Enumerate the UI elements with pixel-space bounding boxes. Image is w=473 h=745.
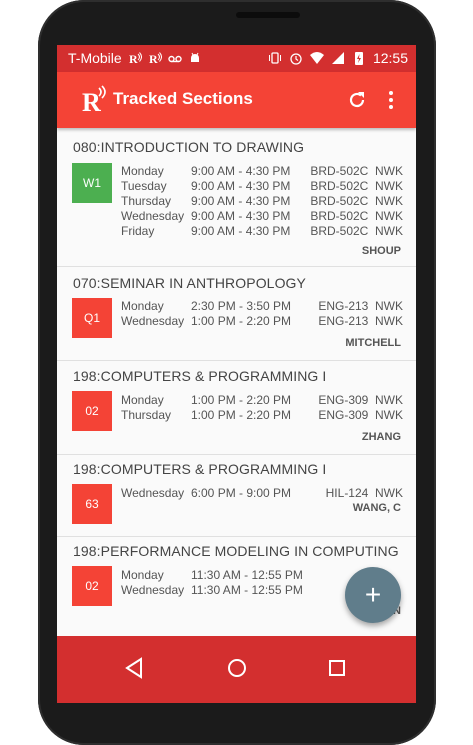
section-index-badge: 63	[72, 484, 112, 524]
wifi-icon	[309, 52, 324, 64]
instructor-name: ZHANG	[361, 431, 401, 443]
meeting-time: 1:00 PM - 2:20 PM	[191, 408, 292, 422]
section-title: 198:COMPUTERS & PROGRAMMING I	[73, 368, 327, 384]
meeting-room: ENG-213 NWK	[318, 314, 403, 328]
app-title: Tracked Sections	[113, 89, 253, 108]
meeting-time: 11:30 AM - 12:55 PM	[191, 568, 303, 582]
meeting-row: Wednesday 1:00 PM - 2:20 PM ENG-213 NWK	[121, 314, 403, 329]
meeting-day: Wednesday	[121, 486, 185, 500]
meeting-day: Monday	[121, 299, 164, 313]
vibrate-icon	[268, 52, 281, 64]
navigation-bar	[57, 636, 416, 703]
meeting-time: 11:30 AM - 12:55 PM	[191, 583, 303, 597]
meeting-day: Monday	[121, 393, 164, 407]
app-bar: R Tracked Sections	[57, 72, 416, 128]
meeting-time: 9:00 AM - 4:30 PM	[191, 209, 291, 223]
meeting-row: Monday 1:00 PM - 2:20 PM ENG-309 NWK	[121, 393, 403, 408]
clock: 12:55	[372, 50, 408, 66]
meeting-day: Friday	[121, 224, 155, 238]
meeting-time: 1:00 PM - 2:20 PM	[191, 314, 292, 328]
instructor-name: SHOUP	[361, 245, 401, 257]
section-title: 070:SEMINAR IN ANTHROPOLOGY	[73, 275, 306, 291]
meeting-day: Monday	[121, 164, 164, 178]
svg-text:R: R	[149, 52, 158, 65]
meeting-row: Monday 9:00 AM - 4:30 PM BRD-502C NWK	[121, 164, 403, 179]
phone-speaker	[236, 12, 300, 18]
meeting-time: 6:00 PM - 9:00 PM	[191, 486, 292, 500]
more-vert-icon[interactable]	[385, 89, 397, 111]
meeting-day: Wednesday	[121, 583, 185, 597]
meeting-row: Monday 2:30 PM - 3:50 PM ENG-213 NWK	[121, 299, 403, 314]
meeting-row: Thursday 1:00 PM - 2:20 PM ENG-309 NWK	[121, 408, 403, 423]
recents-icon[interactable]	[323, 654, 351, 682]
instructor-name: WANG, C	[352, 502, 401, 514]
section-index-badge: 02	[72, 566, 112, 606]
section-title: 198:COMPUTERS & PROGRAMMING I	[73, 461, 327, 477]
signal-icon	[331, 52, 344, 64]
meeting-day: Thursday	[121, 194, 172, 208]
section-title: 080:INTRODUCTION TO DRAWING	[73, 139, 305, 155]
meeting-day: Thursday	[121, 408, 172, 422]
alarm-icon	[290, 53, 302, 65]
home-icon[interactable]	[223, 654, 251, 682]
svg-text:R: R	[129, 52, 138, 65]
section-index-badge: W1	[72, 163, 112, 203]
section-card[interactable]: 080:INTRODUCTION TO DRAWING W1 Monday 9:0…	[57, 129, 416, 266]
meeting-day: Tuesday	[121, 179, 167, 193]
status-bar: T-Mobile R R 12:55	[57, 45, 416, 72]
meeting-time: 2:30 PM - 3:50 PM	[191, 299, 292, 313]
meeting-day: Monday	[121, 568, 164, 582]
meeting-row: Tuesday 9:00 AM - 4:30 PM BRD-502C NWK	[121, 179, 403, 194]
meeting-time: 9:00 AM - 4:30 PM	[191, 164, 291, 178]
meeting-room: ENG-309 NWK	[318, 393, 403, 407]
meeting-room: ENG-213 NWK	[318, 299, 403, 313]
nfc-r-icon: R	[149, 52, 162, 65]
meeting-day: Wednesday	[121, 209, 185, 223]
meeting-room: HIL-124 NWK	[325, 486, 403, 500]
app-logo-icon: R	[82, 85, 106, 116]
meeting-day: Wednesday	[121, 314, 185, 328]
section-index-badge: 02	[72, 391, 112, 431]
section-title: 198:PERFORMANCE MODELING IN COMPUTING	[73, 543, 399, 559]
meeting-row: Wednesday 6:00 PM - 9:00 PM HIL-124 NWK	[121, 486, 403, 501]
device-screen: T-Mobile R R 12:55 R Tracked Sections 08…	[57, 45, 416, 703]
meeting-room: BRD-502C NWK	[310, 209, 403, 223]
back-icon[interactable]	[121, 654, 149, 682]
meeting-time: 9:00 AM - 4:30 PM	[191, 194, 291, 208]
meeting-room: BRD-502C NWK	[310, 224, 403, 238]
meeting-row: Friday 9:00 AM - 4:30 PM BRD-502C NWK	[121, 224, 403, 239]
voicemail-icon	[167, 55, 182, 63]
meeting-time: 9:00 AM - 4:30 PM	[191, 179, 291, 193]
meeting-room: BRD-502C NWK	[310, 179, 403, 193]
meeting-room: ENG-309 NWK	[318, 408, 403, 422]
meeting-room: BRD-502C NWK	[310, 164, 403, 178]
svg-text:R: R	[82, 88, 101, 116]
section-card[interactable]: 198:COMPUTERS & PROGRAMMING I 63 Wednesd…	[57, 455, 416, 536]
meeting-time: 1:00 PM - 2:20 PM	[191, 393, 292, 407]
nfc-r-icon: R	[129, 52, 142, 65]
instructor-name: MITCHELL	[345, 337, 401, 349]
meeting-row: Thursday 9:00 AM - 4:30 PM BRD-502C NWK	[121, 194, 403, 209]
battery-charging-icon	[354, 52, 363, 65]
android-debug-icon	[190, 52, 199, 62]
meeting-room: BRD-502C NWK	[310, 194, 403, 208]
meeting-time: 9:00 AM - 4:30 PM	[191, 224, 291, 238]
section-index-badge: Q1	[72, 298, 112, 338]
carrier-label: T-Mobile	[68, 50, 122, 66]
plus-icon: +	[364, 579, 382, 610]
section-card[interactable]: 070:SEMINAR IN ANTHROPOLOGY Q1 Monday 2:3…	[57, 267, 416, 360]
section-card[interactable]: 198:COMPUTERS & PROGRAMMING I 02 Monday 1…	[57, 361, 416, 454]
add-section-button[interactable]: +	[345, 567, 401, 623]
meeting-row: Wednesday 9:00 AM - 4:30 PM BRD-502C NWK	[121, 209, 403, 224]
refresh-icon[interactable]	[346, 89, 368, 111]
